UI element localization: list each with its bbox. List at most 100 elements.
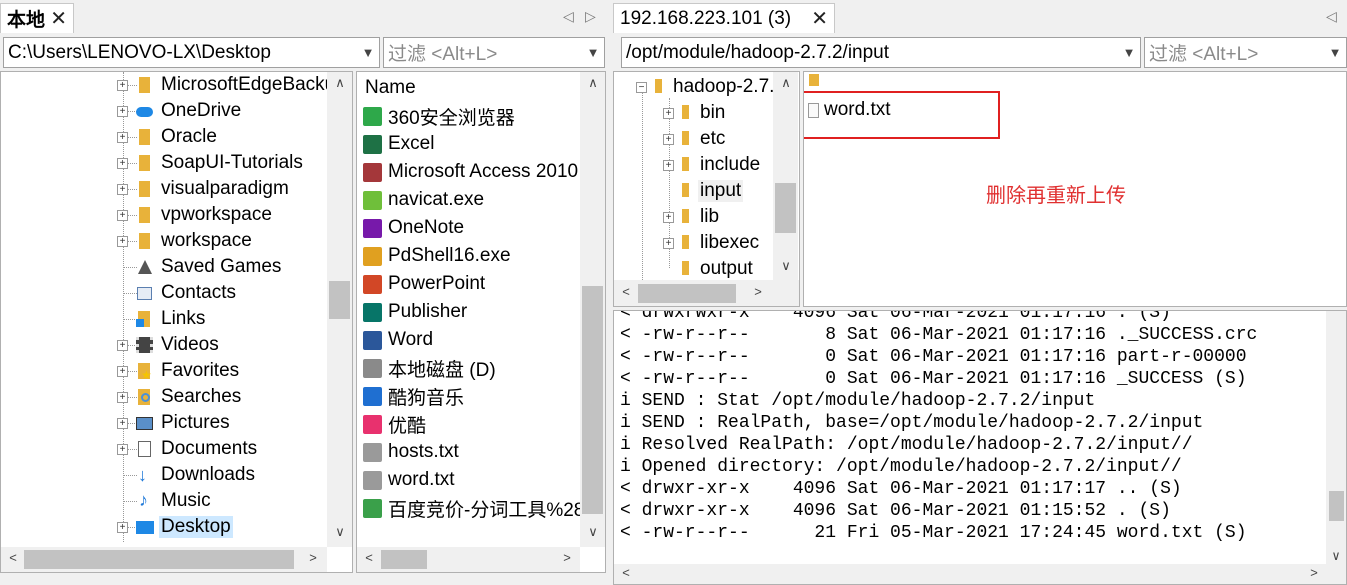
expand-icon[interactable]: + [663, 211, 674, 223]
list-item[interactable]: navicat.exe [363, 187, 484, 213]
tree-item[interactable]: + workspace [117, 228, 254, 254]
tree-item[interactable]: output [663, 256, 755, 282]
tree-item[interactable]: + include [663, 152, 762, 178]
scroll-left-icon[interactable]: < [3, 550, 23, 565]
list-item[interactable]: Excel [363, 131, 434, 157]
tree-item[interactable]: Contacts [117, 280, 238, 306]
tree-item[interactable]: + SoapUI-Tutorials [117, 150, 305, 176]
list-item[interactable]: word.txt [363, 467, 455, 493]
transfer-log[interactable]: < drwxrwxr-x 4096 Sat 06-Mar-2021 01:17:… [613, 310, 1347, 585]
scroll-down-icon[interactable]: ∨ [330, 524, 350, 540]
list-item[interactable]: 360安全浏览器 [363, 103, 515, 129]
tree-item[interactable]: + vpworkspace [117, 202, 274, 228]
scroll-left-icon[interactable]: < [616, 566, 636, 581]
list-item[interactable]: 优酷 [363, 411, 426, 437]
list-item[interactable]: Word [363, 327, 433, 353]
scroll-right-icon[interactable]: > [303, 550, 323, 565]
horizontal-scrollbar[interactable] [614, 564, 1326, 584]
remote-file-list[interactable]: word.txt 删除再重新上传 [803, 71, 1347, 307]
scroll-up-icon[interactable]: ∧ [776, 75, 796, 91]
tree-item[interactable]: + libexec [663, 230, 761, 256]
scroll-thumb[interactable] [582, 286, 603, 514]
tree-item[interactable]: ↓ Downloads [117, 462, 257, 488]
expand-icon[interactable]: + [663, 159, 674, 171]
expand-icon[interactable]: + [117, 339, 128, 351]
list-item[interactable]: 百度竞价-分词工具%28... [363, 495, 600, 521]
scroll-thumb[interactable] [24, 550, 294, 569]
scroll-down-icon[interactable]: ∨ [776, 258, 796, 274]
local-file-list[interactable]: Name 360安全浏览器 Excel Microsoft Access 2010 na… [356, 71, 606, 573]
tree-item[interactable]: + ★ Favorites [117, 358, 241, 384]
close-icon[interactable]: ✕ [50, 6, 67, 31]
scroll-thumb[interactable] [329, 281, 350, 319]
list-item[interactable]: PowerPoint [363, 271, 485, 297]
list-item[interactable]: word.txt [808, 97, 891, 123]
tree-item[interactable]: + etc [663, 126, 727, 152]
expand-icon[interactable]: + [117, 417, 128, 429]
vertical-scrollbar[interactable] [1326, 311, 1346, 584]
chevron-down-icon[interactable]: ▼ [1118, 45, 1140, 60]
tree-item[interactable]: Saved Games [117, 254, 283, 280]
scroll-right-icon[interactable]: > [1304, 566, 1324, 581]
expand-icon[interactable]: + [117, 157, 128, 169]
scroll-left-icon[interactable]: < [359, 550, 379, 565]
tree-item[interactable]: input [663, 178, 744, 204]
local-filter-input[interactable]: 过滤 <Alt+L> ▼ [383, 37, 605, 68]
expand-icon[interactable]: + [663, 107, 674, 119]
scroll-thumb[interactable] [1329, 491, 1344, 521]
local-folder-tree[interactable]: + MicrosoftEdgeBackups + OneDrive + Oracle + So… [0, 71, 353, 573]
nav-forward-icon[interactable]: ▷ [585, 8, 596, 25]
tree-item[interactable]: + OneDrive [117, 98, 243, 124]
remote-folder-tree[interactable]: − hadoop-2.7.2 + bin + etc + include input + lib + l… [613, 71, 800, 307]
collapse-icon[interactable]: − [636, 81, 647, 93]
tree-item[interactable]: + Pictures [117, 410, 232, 436]
scroll-thumb[interactable] [381, 550, 427, 569]
expand-icon[interactable]: + [117, 131, 128, 143]
chevron-down-icon[interactable]: ▼ [582, 45, 604, 60]
scroll-left-icon[interactable]: < [616, 284, 636, 299]
expand-icon[interactable]: + [117, 235, 128, 247]
list-item[interactable]: 酷狗音乐 [363, 383, 464, 409]
scroll-right-icon[interactable]: > [748, 284, 768, 299]
tree-item[interactable]: + Searches [117, 384, 243, 410]
tree-item[interactable]: + Videos [117, 332, 221, 358]
expand-icon[interactable]: + [117, 183, 128, 195]
tree-item[interactable]: ♪ Music [117, 488, 213, 514]
scroll-up-icon[interactable]: ∧ [330, 75, 350, 91]
tree-item[interactable]: + visualparadigm [117, 176, 291, 202]
tree-item[interactable]: + Desktop [117, 514, 233, 540]
expand-icon[interactable]: + [663, 237, 674, 249]
list-item[interactable]: Publisher [363, 299, 467, 325]
expand-icon[interactable]: + [117, 79, 128, 91]
tree-item[interactable]: + Oracle [117, 124, 219, 150]
remote-filter-input[interactable]: 过滤 <Alt+L> ▼ [1144, 37, 1347, 68]
nav-back-icon[interactable]: ◁ [1326, 8, 1337, 25]
expand-icon[interactable]: + [117, 521, 128, 533]
list-item[interactable]: OneNote [363, 215, 464, 241]
expand-icon[interactable]: + [117, 391, 128, 403]
chevron-down-icon[interactable]: ▼ [357, 45, 379, 60]
tree-item[interactable]: − hadoop-2.7.2 [636, 74, 787, 100]
close-icon[interactable]: ✕ [811, 6, 828, 31]
vertical-scrollbar[interactable] [773, 72, 798, 280]
tree-item[interactable]: + MicrosoftEdgeBackups [117, 72, 352, 98]
tree-item[interactable]: + lib [663, 204, 721, 230]
expand-icon[interactable]: + [663, 133, 674, 145]
folder-up-icon[interactable] [809, 74, 819, 86]
expand-icon[interactable]: + [117, 365, 128, 377]
scroll-thumb[interactable] [638, 284, 736, 303]
tree-item[interactable]: + bin [663, 100, 727, 126]
scroll-down-icon[interactable]: ∨ [1326, 549, 1346, 564]
scroll-up-icon[interactable]: ∧ [583, 75, 603, 91]
remote-path-combo[interactable]: /opt/module/hadoop-2.7.2/input ▼ [621, 37, 1141, 68]
local-path-combo[interactable]: C:\Users\LENOVO-LX\Desktop ▼ [3, 37, 380, 68]
tab-remote[interactable]: 192.168.223.101 (3) ✕ [613, 3, 835, 33]
tree-item[interactable]: Links [117, 306, 207, 332]
expand-icon[interactable]: + [117, 105, 128, 117]
expand-icon[interactable]: + [117, 209, 128, 221]
list-item[interactable]: hosts.txt [363, 439, 459, 465]
list-item[interactable]: Microsoft Access 2010 [363, 159, 578, 185]
scroll-right-icon[interactable]: > [557, 550, 577, 565]
expand-icon[interactable]: + [117, 443, 128, 455]
column-header-name[interactable]: Name [365, 75, 580, 101]
